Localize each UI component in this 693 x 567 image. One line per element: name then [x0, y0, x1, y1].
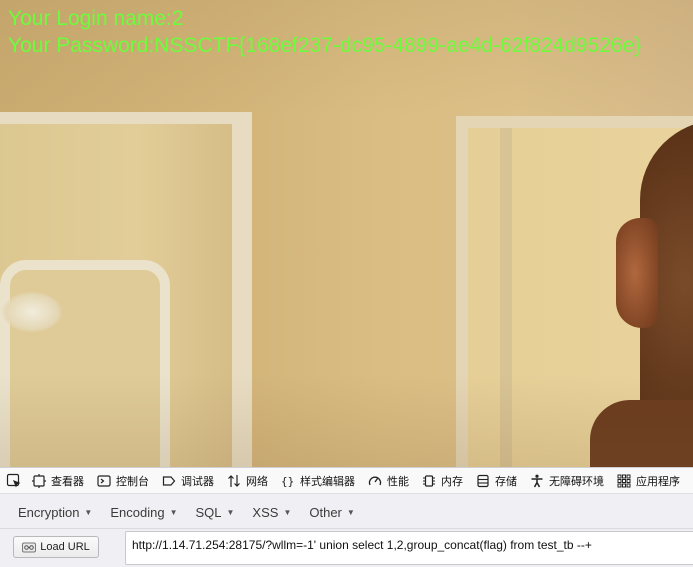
chevron-down-icon: ▼ [84, 507, 93, 517]
menu-xss[interactable]: XSS ▼ [243, 500, 300, 524]
tab-accessibility-label: 无障碍环境 [549, 475, 604, 488]
chevron-down-icon: ▼ [346, 507, 355, 517]
menu-other[interactable]: Other ▼ [300, 500, 363, 524]
menu-sql[interactable]: SQL ▼ [186, 500, 243, 524]
performance-icon [367, 473, 383, 489]
tab-inspector-label: 查看器 [51, 475, 84, 488]
devtools-toolbar: 查看器 控制台 调试器 网络 {} 样式编辑器 性能 内存 存储 无障碍环境 应… [0, 467, 693, 494]
tab-console-label: 控制台 [116, 475, 149, 488]
url-input[interactable]: http://1.14.71.254:28175/?wllm=-1' union… [125, 531, 693, 565]
console-icon [96, 473, 112, 489]
tab-performance-label: 性能 [387, 475, 409, 488]
style-editor-icon: {} [280, 473, 296, 489]
tab-debugger[interactable]: 调试器 [155, 468, 220, 493]
chevron-down-icon: ▼ [169, 507, 178, 517]
menu-encryption-label: Encryption [18, 504, 80, 520]
tab-storage-label: 存储 [495, 475, 517, 488]
tab-inspector[interactable]: 查看器 [25, 468, 90, 493]
load-url-label: Load URL [40, 541, 90, 553]
login-name-text: Your Login name:2 [8, 7, 184, 30]
hackbar-divider [0, 528, 693, 529]
debugger-icon [161, 473, 177, 489]
hackbar-menu: Encryption ▼ Encoding ▼ SQL ▼ XSS ▼ Othe… [9, 500, 364, 524]
tab-style-editor-label: 样式编辑器 [300, 475, 355, 488]
password-text: Your Password:NSSCTF{168ef237-dc95-4899-… [8, 34, 642, 57]
memory-icon [421, 473, 437, 489]
page-view: Your Login name:2 Your Password:NSSCTF{1… [0, 0, 693, 467]
menu-sql-label: SQL [195, 504, 222, 520]
tab-accessibility[interactable]: 无障碍环境 [523, 468, 610, 493]
tab-performance[interactable]: 性能 [361, 468, 415, 493]
tab-memory[interactable]: 内存 [415, 468, 469, 493]
element-picker-icon[interactable] [3, 470, 25, 492]
tab-application-label: 应用程序 [636, 475, 680, 488]
tab-application[interactable]: 应用程序 [610, 468, 686, 493]
background-shade [0, 0, 693, 467]
tab-style-editor[interactable]: {} 样式编辑器 [274, 468, 361, 493]
menu-encoding-label: Encoding [110, 504, 165, 520]
tab-network[interactable]: 网络 [220, 468, 274, 493]
accessibility-icon [529, 473, 545, 489]
hackbar-panel: Encryption ▼ Encoding ▼ SQL ▼ XSS ▼ Othe… [0, 494, 693, 567]
inspector-icon [31, 473, 47, 489]
tab-network-label: 网络 [246, 475, 268, 488]
tab-storage[interactable]: 存储 [469, 468, 523, 493]
chevron-down-icon: ▼ [226, 507, 235, 517]
menu-other-label: Other [309, 504, 342, 520]
application-icon [616, 473, 632, 489]
load-url-button[interactable]: Load URL [13, 536, 99, 558]
load-url-icon [22, 541, 37, 553]
menu-encoding[interactable]: Encoding ▼ [101, 500, 186, 524]
menu-xss-label: XSS [252, 504, 279, 520]
tab-debugger-label: 调试器 [181, 475, 214, 488]
tab-console[interactable]: 控制台 [90, 468, 155, 493]
svg-text:{}: {} [281, 475, 294, 488]
storage-icon [475, 473, 491, 489]
menu-encryption[interactable]: Encryption ▼ [9, 500, 101, 524]
tab-memory-label: 内存 [441, 475, 463, 488]
network-icon [226, 473, 242, 489]
chevron-down-icon: ▼ [283, 507, 292, 517]
